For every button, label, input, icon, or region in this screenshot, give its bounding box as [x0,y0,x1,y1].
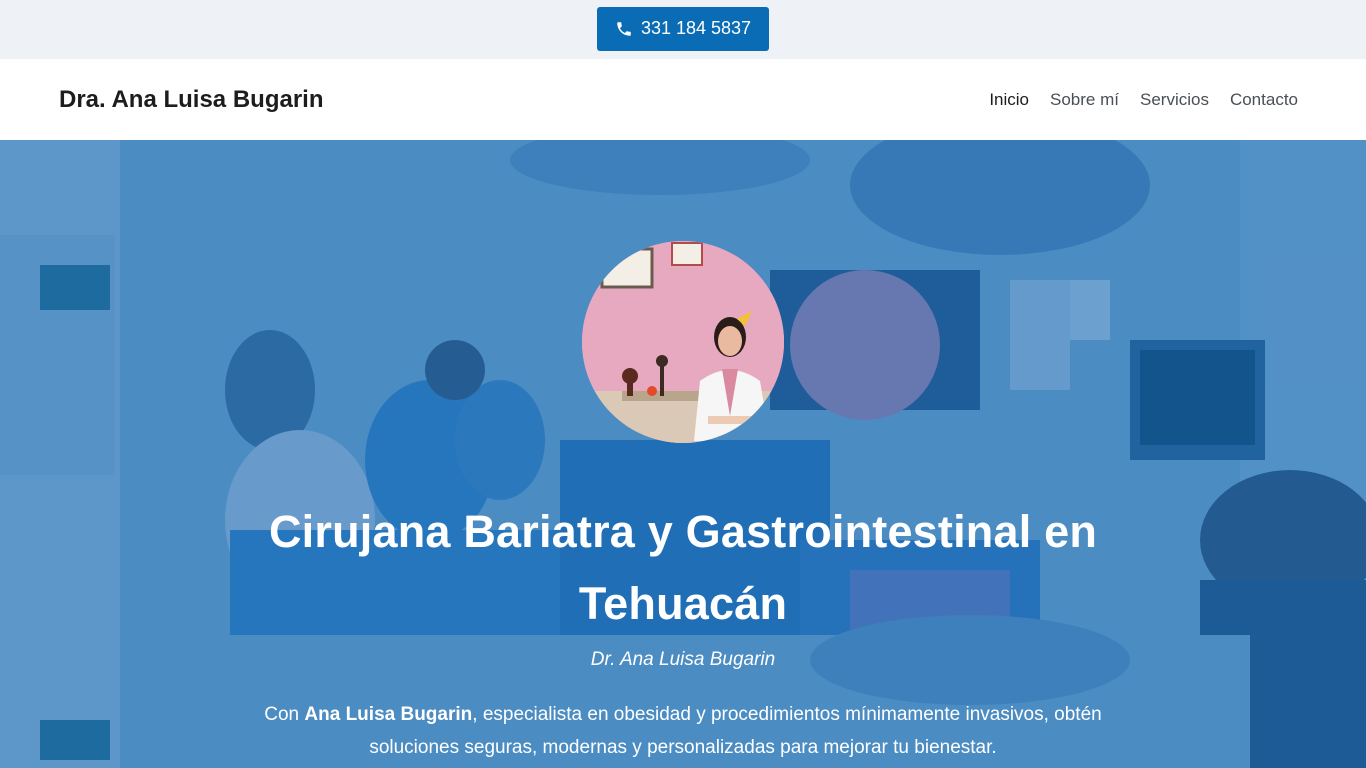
nav-item-sobre-mi[interactable]: Sobre mí [1050,90,1119,110]
phone-number: 331 184 5837 [640,18,752,38]
nav-item-contacto[interactable]: Contacto [1230,90,1298,110]
hero-title: Cirujana Bariatra y Gastrointestinal en … [268,506,1098,629]
hero-subtitle: Dr. Ana Luisa Bugarin [590,649,776,670]
doctor-profile-photo [582,241,784,443]
hero-section: Cirujana Bariatra y Gastrointestinal en … [0,140,1366,768]
site-header: Dra. Ana Luisa Bugarin Inicio Sobre mí S… [0,59,1366,140]
nav-item-inicio[interactable]: Inicio [989,90,1029,110]
top-bar: 331 184 5837 [0,0,1366,59]
hero-content: Cirujana Bariatra y Gastrointestinal en … [0,140,1366,768]
hero-description: Con Ana Luisa Bugarin, especialista en o… [230,698,1136,764]
hero-description-prefix: Con [264,704,305,725]
phone-icon [617,21,631,36]
phone-call-button[interactable]: 331 184 5837 [596,6,770,51]
hero-description-suffix: , especialista en obesidad y procedimien… [369,704,1102,758]
site-logo-text[interactable]: Dra. Ana Luisa Bugarin [59,86,324,114]
nav-item-servicios[interactable]: Servicios [1140,90,1209,110]
main-nav: Inicio Sobre mí Servicios Contacto [989,90,1298,110]
hero-description-name: Ana Luisa Bugarin [304,704,473,725]
